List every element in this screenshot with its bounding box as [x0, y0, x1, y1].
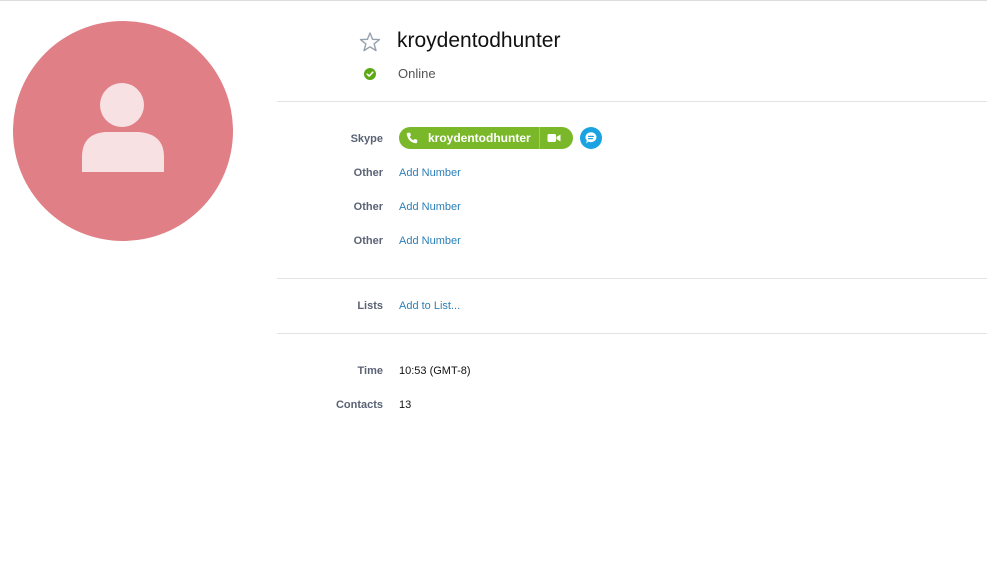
favorite-star-icon[interactable] [359, 31, 381, 53]
skype-call-pill: kroydentodhunter [399, 127, 573, 149]
add-number-link[interactable]: Add Number [399, 201, 461, 213]
avatar [13, 21, 233, 241]
contact-display-name: kroydentodhunter [397, 29, 561, 52]
other-number-label: Other [353, 201, 383, 213]
video-camera-icon [547, 134, 561, 142]
chat-button[interactable] [580, 127, 602, 149]
time-value: 10:53 (GMT-8) [399, 365, 471, 377]
other-number-label: Other [353, 167, 383, 179]
add-to-list-link[interactable]: Add to List... [399, 300, 460, 312]
top-border [0, 0, 987, 1]
status-text: Online [398, 66, 436, 81]
lists-label: Lists [357, 300, 383, 312]
divider [277, 278, 987, 279]
default-user-icon [82, 83, 164, 172]
divider [277, 101, 987, 102]
skype-label: Skype [350, 133, 383, 145]
add-number-link[interactable]: Add Number [399, 167, 461, 179]
add-number-link[interactable]: Add Number [399, 235, 461, 247]
phone-icon [406, 132, 418, 144]
other-number-label: Other [353, 235, 383, 247]
video-call-button[interactable] [540, 127, 568, 149]
contacts-count: 13 [399, 399, 412, 411]
time-label: Time [357, 365, 383, 377]
chat-bubble-icon [585, 132, 597, 144]
contacts-label: Contacts [335, 399, 383, 411]
skype-name: kroydentodhunter [428, 131, 531, 145]
online-status-icon [364, 68, 376, 80]
divider [277, 333, 987, 334]
skype-call-button[interactable]: kroydentodhunter [399, 127, 531, 149]
